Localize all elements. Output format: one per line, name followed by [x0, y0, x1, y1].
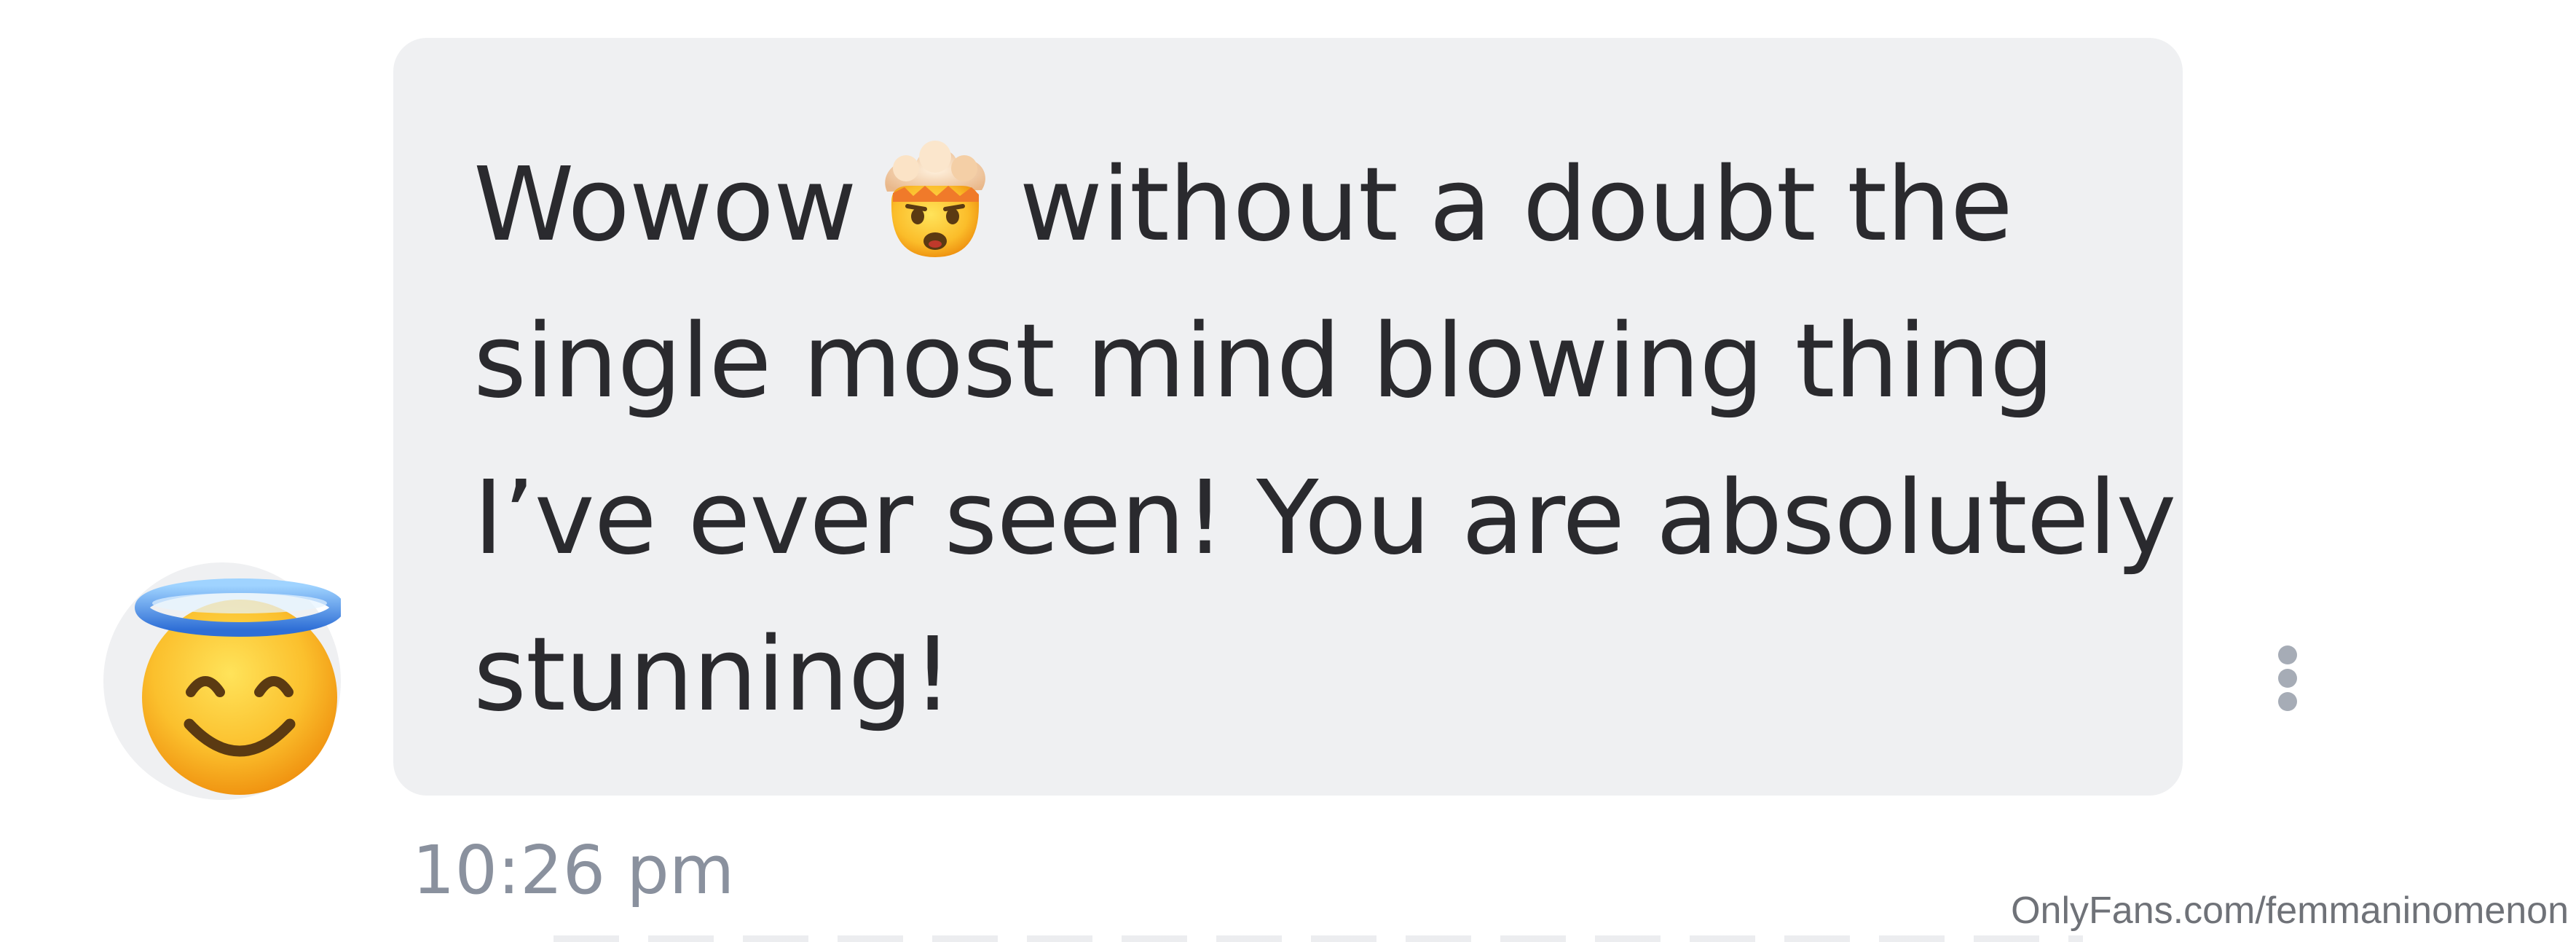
- ellipsis-dot: [2278, 692, 2297, 711]
- message-text-start: Wowow: [473, 146, 857, 264]
- next-message-edge: [554, 935, 2083, 942]
- watermark: OnlyFans.com/femmaninomenon: [2011, 890, 2569, 932]
- sender-avatar[interactable]: [103, 562, 341, 800]
- message-line-2: single most mind blowing thing: [473, 302, 2055, 421]
- smiling-face-with-halo-icon: [135, 578, 341, 795]
- message-timestamp: 10:26 pm: [412, 831, 735, 909]
- ellipsis-dot: [2278, 669, 2297, 688]
- vertical-ellipsis-icon: [2278, 645, 2297, 664]
- exploding-head-icon: [871, 135, 999, 263]
- message-text-end: without a doubt the: [1019, 146, 2013, 264]
- message-line-4: stunning!: [473, 616, 953, 734]
- message-bubble[interactable]: Wowow without a doubt the single most mi…: [393, 38, 2183, 796]
- message-line-3: I’ve ever seen! You are absolutely: [473, 459, 2176, 578]
- message-options-button[interactable]: [2266, 635, 2310, 721]
- message-line-1: Wowow without a doubt the: [473, 127, 2183, 283]
